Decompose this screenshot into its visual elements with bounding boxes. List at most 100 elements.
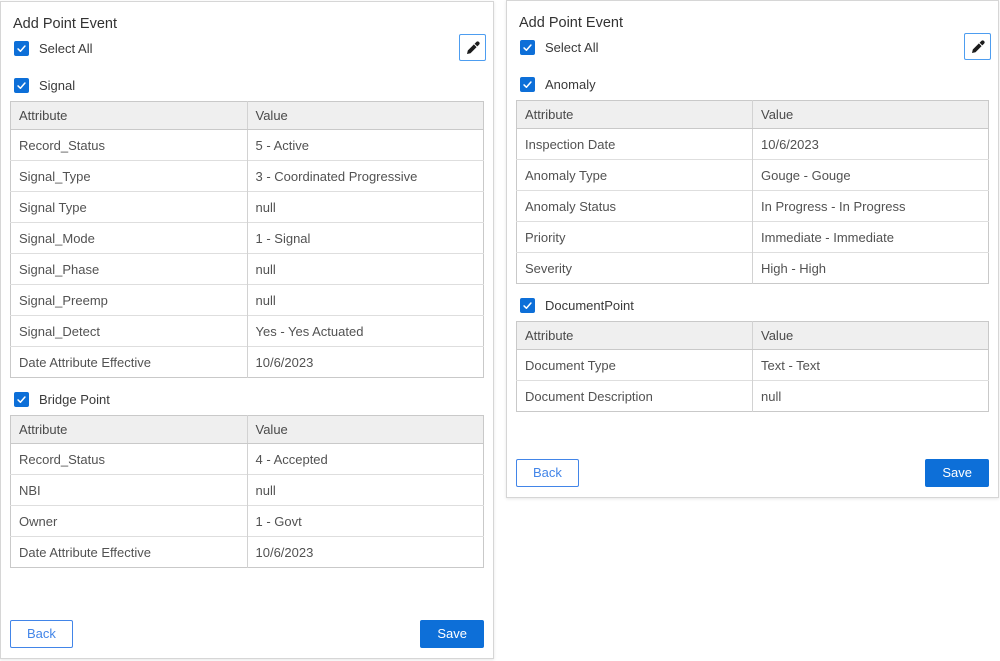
value-column-header: Value [753,322,989,350]
value-cell: null [247,285,484,316]
table-row: NBInull [11,475,484,506]
table-row: Owner1 - Govt [11,506,484,537]
section-checkbox-documentpoint[interactable]: DocumentPoint [520,298,989,313]
table-header-row: Attribute Value [11,416,484,444]
section-label-signal: Signal [39,78,75,93]
attribute-cell: Signal_Detect [11,316,248,347]
attribute-cell: Priority [517,222,753,253]
value-cell: 1 - Govt [247,506,484,537]
value-cell: 10/6/2023 [753,129,989,160]
attribute-cell: Date Attribute Effective [11,347,248,378]
attribute-cell: NBI [11,475,248,506]
table-row: Signal_Mode1 - Signal [11,223,484,254]
table-row: SeverityHigh - High [517,253,989,284]
save-button[interactable]: Save [420,620,484,648]
value-cell: Immediate - Immediate [753,222,989,253]
value-cell: 10/6/2023 [247,347,484,378]
value-cell: null [247,254,484,285]
checkbox-checked[interactable] [520,40,535,55]
footer-actions: Back Save [10,620,484,648]
value-column-header: Value [753,101,989,129]
attribute-cell: Signal_Phase [11,254,248,285]
add-point-event-panel-left: Add Point Event Select All Signal Attrib… [0,1,494,659]
table-row: Signal_DetectYes - Yes Actuated [11,316,484,347]
table-header-row: Attribute Value [517,101,989,129]
section-label-documentpoint: DocumentPoint [545,298,634,313]
attribute-column-header: Attribute [11,416,248,444]
table-row: Anomaly StatusIn Progress - In Progress [517,191,989,222]
table-row: Document TypeText - Text [517,350,989,381]
value-column-header: Value [247,416,484,444]
page-title: Add Point Event [519,14,989,32]
attribute-cell: Anomaly Type [517,160,753,191]
attribute-cell: Severity [517,253,753,284]
eyedropper-icon [970,39,986,55]
value-cell: In Progress - In Progress [753,191,989,222]
table-row: Record_Status4 - Accepted [11,444,484,475]
value-cell: 1 - Signal [247,223,484,254]
value-cell: High - High [753,253,989,284]
footer-actions: Back Save [516,459,989,487]
table-row: PriorityImmediate - Immediate [517,222,989,253]
table-row: Document Descriptionnull [517,381,989,412]
value-cell: null [247,192,484,223]
table-header-row: Attribute Value [517,322,989,350]
attribute-cell: Record_Status [11,130,248,161]
page-title: Add Point Event [13,15,484,33]
attribute-cell: Document Type [517,350,753,381]
checkmark-icon [522,79,533,90]
checkmark-icon [522,300,533,311]
eyedropper-button[interactable] [964,33,991,60]
select-all-label: Select All [39,41,92,56]
section-label-anomaly: Anomaly [545,77,596,92]
attribute-cell: Signal_Type [11,161,248,192]
attribute-cell: Anomaly Status [517,191,753,222]
select-all-label: Select All [545,40,598,55]
value-cell: Gouge - Gouge [753,160,989,191]
checkmark-icon [16,80,27,91]
table-row: Date Attribute Effective10/6/2023 [11,537,484,568]
value-cell: 4 - Accepted [247,444,484,475]
attribute-cell: Inspection Date [517,129,753,160]
table-header-row: Attribute Value [11,102,484,130]
attribute-column-header: Attribute [11,102,248,130]
value-cell: 10/6/2023 [247,537,484,568]
checkbox-checked[interactable] [14,392,29,407]
attribute-cell: Signal Type [11,192,248,223]
back-button[interactable]: Back [516,459,579,487]
attribute-column-header: Attribute [517,322,753,350]
checkbox-checked[interactable] [14,41,29,56]
attribute-cell: Signal_Preemp [11,285,248,316]
eyedropper-button[interactable] [459,34,486,61]
save-button[interactable]: Save [925,459,989,487]
value-cell: Text - Text [753,350,989,381]
table-row: Inspection Date10/6/2023 [517,129,989,160]
value-cell: 5 - Active [247,130,484,161]
section-checkbox-signal[interactable]: Signal [14,78,484,93]
checkbox-checked[interactable] [520,298,535,313]
add-point-event-panel-right: Add Point Event Select All Anomaly Attri… [506,0,999,498]
bridge-point-attribute-table: Attribute Value Record_Status4 - Accepte… [10,415,484,568]
section-checkbox-bridge-point[interactable]: Bridge Point [14,392,484,407]
table-row: Record_Status5 - Active [11,130,484,161]
checkmark-icon [16,394,27,405]
checkbox-checked[interactable] [520,77,535,92]
value-cell: 3 - Coordinated Progressive [247,161,484,192]
checkmark-icon [16,43,27,54]
attribute-cell: Owner [11,506,248,537]
attribute-column-header: Attribute [517,101,753,129]
attribute-cell: Record_Status [11,444,248,475]
select-all-checkbox[interactable]: Select All [14,41,484,56]
checkmark-icon [522,42,533,53]
checkbox-checked[interactable] [14,78,29,93]
select-all-checkbox[interactable]: Select All [520,40,989,55]
back-button[interactable]: Back [10,620,73,648]
table-row: Signal Typenull [11,192,484,223]
section-checkbox-anomaly[interactable]: Anomaly [520,77,989,92]
attribute-cell: Signal_Mode [11,223,248,254]
value-cell: null [247,475,484,506]
value-cell: Yes - Yes Actuated [247,316,484,347]
documentpoint-attribute-table: Attribute Value Document TypeText - Text… [516,321,989,412]
value-column-header: Value [247,102,484,130]
attribute-cell: Date Attribute Effective [11,537,248,568]
